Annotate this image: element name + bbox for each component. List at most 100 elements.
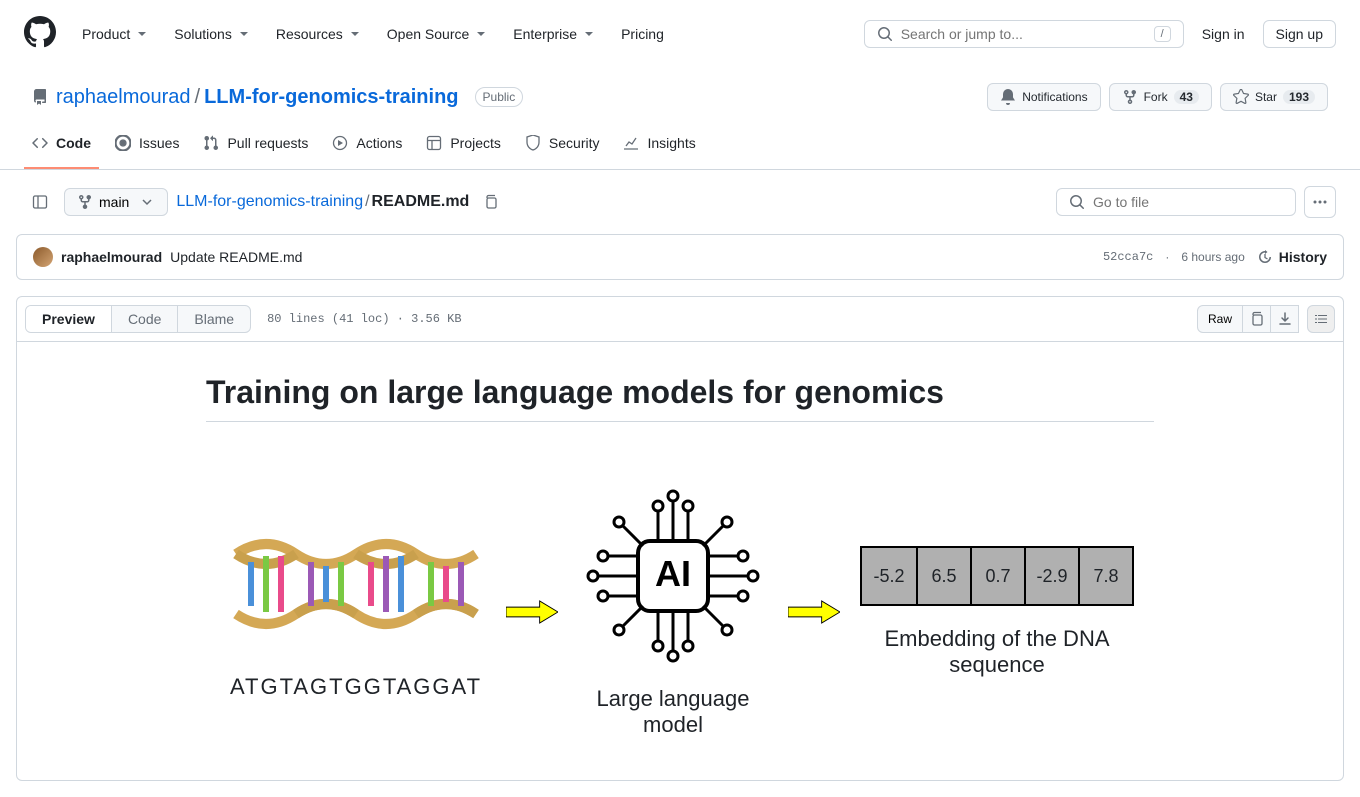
side-panel-icon	[32, 194, 48, 210]
search-kbd: /	[1154, 26, 1171, 42]
tab-issues[interactable]: Issues	[107, 127, 187, 169]
nav-solutions[interactable]: Solutions	[164, 20, 262, 48]
global-header: Product Solutions Resources Open Source …	[0, 0, 1360, 67]
view-code-button[interactable]: Code	[112, 306, 178, 332]
tab-pull-requests[interactable]: Pull requests	[195, 127, 316, 169]
embedding-cell: -5.2	[862, 548, 916, 604]
llm-label: Large language model	[578, 686, 768, 738]
download-button[interactable]	[1271, 305, 1299, 333]
svg-text:AI: AI	[655, 553, 691, 594]
tab-actions[interactable]: Actions	[324, 127, 410, 169]
bell-icon	[1000, 89, 1016, 105]
outline-button[interactable]	[1307, 305, 1335, 333]
view-toggle: Preview Code Blame	[25, 305, 251, 333]
commit-hash-link[interactable]: 52cca7c	[1103, 250, 1153, 264]
history-icon	[1257, 249, 1273, 265]
copy-raw-button[interactable]	[1243, 305, 1271, 333]
nav-resources[interactable]: Resources	[266, 20, 373, 48]
breadcrumb: LLM-for-genomics-training/README.md	[176, 193, 469, 211]
list-icon	[1313, 311, 1329, 327]
tab-security[interactable]: Security	[517, 127, 608, 169]
commit-message-link[interactable]: Update README.md	[170, 249, 302, 265]
chevron-down-icon	[236, 26, 252, 42]
repo-owner-link[interactable]: raphaelmourad	[56, 86, 191, 108]
fork-count: 43	[1174, 90, 1199, 104]
projects-icon	[426, 135, 442, 151]
repo-name-link[interactable]: LLM-for-genomics-training	[204, 86, 458, 108]
chevron-down-icon	[581, 26, 597, 42]
ai-chip-icon: AI	[578, 486, 768, 666]
github-logo-link[interactable]	[24, 16, 56, 51]
star-button[interactable]: Star 193	[1220, 83, 1328, 111]
go-to-file-box[interactable]	[1056, 188, 1296, 216]
graph-icon	[623, 135, 639, 151]
github-logo-icon	[24, 16, 56, 48]
file-meta: 80 lines (41 loc) · 3.56 KB	[267, 312, 461, 326]
signin-link[interactable]: Sign in	[1192, 20, 1255, 48]
nav-enterprise[interactable]: Enterprise	[503, 20, 607, 48]
tab-projects[interactable]: Projects	[418, 127, 509, 169]
repo-icon	[32, 89, 48, 105]
chevron-down-icon	[473, 26, 489, 42]
file-path-bar: main LLM-for-genomics-training/README.md	[16, 186, 1344, 218]
dna-column: ATGTAGTGGTAGGAT	[226, 524, 486, 700]
nav-pricing[interactable]: Pricing	[611, 20, 674, 48]
embedding-cell: 6.5	[916, 548, 970, 604]
fork-button[interactable]: Fork 43	[1109, 83, 1212, 111]
tab-code[interactable]: Code	[24, 127, 99, 169]
signup-button[interactable]: Sign up	[1263, 20, 1336, 48]
commit-bar: raphaelmourad Update README.md 52cca7c ·…	[16, 234, 1344, 280]
raw-button[interactable]: Raw	[1197, 305, 1243, 333]
repo-header: raphaelmourad/LLM-for-genomics-training …	[0, 67, 1360, 111]
commit-time: 6 hours ago	[1181, 250, 1244, 264]
branch-select-button[interactable]: main	[64, 188, 168, 216]
nav-product[interactable]: Product	[72, 20, 160, 48]
go-to-file-input[interactable]	[1093, 194, 1283, 210]
commit-author-link[interactable]: raphaelmourad	[61, 249, 162, 265]
more-options-button[interactable]	[1304, 186, 1336, 218]
breadcrumb-repo-link[interactable]: LLM-for-genomics-training	[176, 193, 363, 210]
ai-column: AI Large language model	[578, 486, 768, 738]
repo-nav: Code Issues Pull requests Actions Projec…	[0, 127, 1360, 170]
tab-insights[interactable]: Insights	[615, 127, 703, 169]
arrow-icon	[506, 594, 558, 630]
download-icon	[1277, 311, 1293, 327]
breadcrumb-filename: README.md	[372, 193, 470, 210]
pull-request-icon	[203, 135, 219, 151]
copy-icon	[1249, 311, 1265, 327]
star-icon	[1233, 89, 1249, 105]
file-box: Preview Code Blame 80 lines (41 loc) · 3…	[16, 296, 1344, 781]
toggle-file-tree-button[interactable]	[24, 186, 56, 218]
star-count: 193	[1283, 90, 1315, 104]
view-preview-button[interactable]: Preview	[26, 306, 112, 332]
fork-icon	[1122, 89, 1138, 105]
file-area: main LLM-for-genomics-training/README.md…	[0, 170, 1360, 797]
global-nav: Product Solutions Resources Open Source …	[72, 20, 674, 48]
branch-icon	[77, 194, 93, 210]
avatar[interactable]	[33, 247, 53, 267]
notifications-button[interactable]: Notifications	[987, 83, 1100, 111]
actions-icon	[332, 135, 348, 151]
readme-content: Training on large language models for ge…	[174, 342, 1186, 780]
embedding-label: Embedding of the DNA sequence	[860, 626, 1134, 678]
dna-helix-icon	[226, 524, 486, 654]
copy-path-button[interactable]	[477, 188, 505, 216]
code-icon	[32, 135, 48, 151]
commit-sep: ·	[1165, 250, 1169, 264]
search-icon	[877, 26, 893, 42]
view-blame-button[interactable]: Blame	[178, 306, 250, 332]
dna-sequence-label: ATGTAGTGGTAGGAT	[230, 674, 482, 700]
search-input[interactable]	[901, 26, 1146, 42]
embedding-column: -5.2 6.5 0.7 -2.9 7.8 Embedding of the D…	[860, 546, 1134, 678]
shield-icon	[525, 135, 541, 151]
arrow-icon	[788, 594, 840, 630]
file-toolbar: Preview Code Blame 80 lines (41 loc) · 3…	[17, 297, 1343, 342]
repo-path: raphaelmourad/LLM-for-genomics-training	[56, 86, 459, 109]
nav-opensource[interactable]: Open Source	[377, 20, 500, 48]
embedding-cell: 0.7	[970, 548, 1024, 604]
chevron-down-icon	[134, 26, 150, 42]
search-box[interactable]: /	[864, 20, 1184, 48]
kebab-icon	[1312, 194, 1328, 210]
history-link[interactable]: History	[1257, 249, 1327, 265]
readme-heading: Training on large language models for ge…	[206, 374, 1154, 422]
